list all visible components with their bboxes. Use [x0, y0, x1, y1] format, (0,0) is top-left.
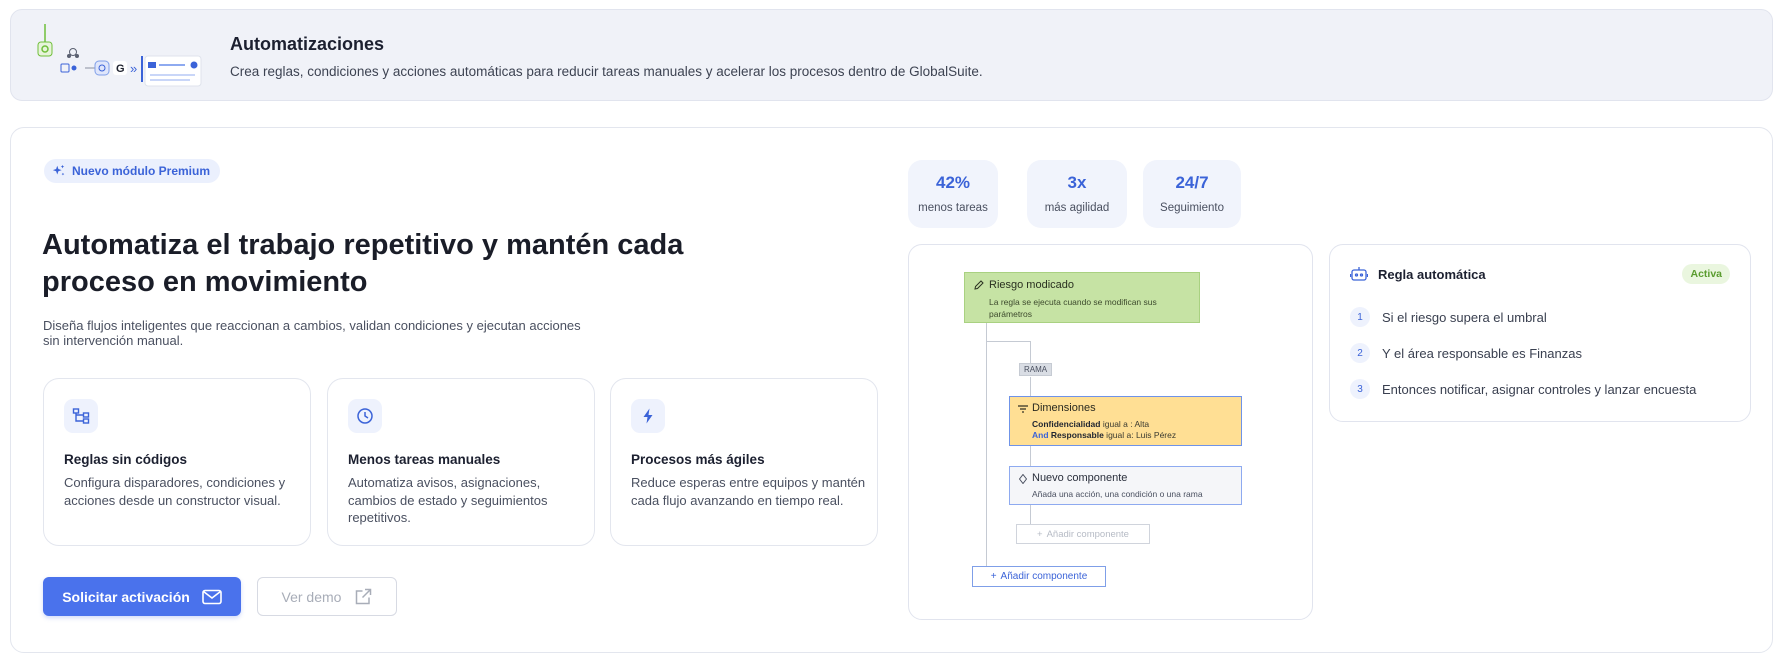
connector-line	[986, 341, 1031, 342]
sparkle-icon	[52, 164, 65, 176]
hero-subtitle: Diseña flujos inteligentes que reacciona…	[43, 318, 581, 348]
stat-label: más agilidad	[1044, 202, 1110, 214]
step-text: Y el área responsable es Finanzas	[1382, 345, 1582, 361]
robot-icon	[1350, 267, 1368, 281]
request-activation-label: Solicitar activación	[62, 588, 190, 605]
feature-text: Automatiza avisos, asignaciones, cambios…	[348, 475, 548, 525]
dimensions-condition-1: Confidencialidad igual a : Alta	[1032, 419, 1149, 429]
stat-value: 42%	[935, 173, 971, 192]
new-component-node[interactable]: Nuevo componente Añada una acción, una c…	[1009, 466, 1242, 505]
condition-value: igual a : Alta	[1100, 419, 1150, 429]
stat-agility: 3x más agilidad	[1027, 160, 1127, 228]
svg-text:»: »	[130, 61, 137, 76]
dimensions-title: Dimensiones	[1032, 402, 1096, 414]
request-activation-button[interactable]: Solicitar activación	[43, 577, 241, 616]
feature-card-manual-tasks: Menos tareas manuales Automatiza avisos,…	[327, 378, 595, 546]
dimensions-condition-2: And Responsable igual a: Luis Pérez	[1032, 430, 1176, 440]
feature-card-agile: Procesos más ágiles Reduce esperas entre…	[610, 378, 878, 546]
feature-title: Menos tareas manuales	[348, 452, 501, 467]
feature-text: Reduce esperas entre equipos y mantén ca…	[631, 475, 866, 508]
add-component-label: Añadir componente	[1000, 571, 1088, 582]
plus-icon: +	[990, 571, 997, 582]
feature-title: Procesos más ágiles	[631, 452, 765, 467]
bolt-icon	[631, 399, 665, 433]
condition-field: Confidencialidad	[1032, 419, 1101, 429]
step-number: 2	[1350, 343, 1370, 363]
branch-label: RAMA	[1019, 363, 1053, 376]
connector-line	[986, 323, 987, 573]
step-number: 3	[1350, 379, 1370, 399]
feature-text: Configura disparadores, condiciones y ac…	[64, 475, 286, 508]
connector-line	[1030, 341, 1031, 363]
trigger-text: La regla se ejecuta cuando se modifican …	[989, 297, 1157, 319]
page-header: G » Automatizaciones Crea reglas, condic…	[10, 9, 1773, 101]
page-description: Crea reglas, condiciones y acciones auto…	[230, 64, 983, 79]
premium-badge-label: Nuevo módulo Premium	[72, 164, 211, 178]
stat-value: 3x	[1067, 173, 1087, 192]
flow-icon	[64, 399, 98, 433]
premium-badge: Nuevo módulo Premium	[44, 159, 221, 183]
new-component-title: Nuevo componente	[1032, 472, 1128, 484]
view-demo-label: Ver demo	[281, 588, 342, 605]
page-title: Automatizaciones	[230, 34, 385, 54]
add-component-inner-button[interactable]: + Añadir componente	[1016, 524, 1150, 544]
stat-tasks: 42% menos tareas	[908, 160, 998, 228]
rule-step: 1 Si el riesgo supera el umbral	[1350, 307, 1547, 327]
add-component-label: Añadir componente	[1046, 528, 1129, 540]
condition-field: Responsable	[1050, 430, 1104, 440]
stat-label: Seguimiento	[1160, 202, 1224, 214]
connector-line	[1030, 377, 1031, 396]
dimensions-node[interactable]: Dimensiones Confidencialidad igual a : A…	[1009, 396, 1242, 446]
svg-text:G: G	[116, 63, 125, 75]
diamond-icon	[1019, 474, 1027, 484]
flow-preview: Riesgo modicado La regla se ejecuta cuan…	[908, 244, 1313, 620]
feature-card-rules: Reglas sin códigos Configura disparadore…	[43, 378, 311, 546]
automation-illustration: G »	[37, 24, 202, 87]
step-number: 1	[1350, 307, 1370, 327]
connector-line	[1030, 446, 1031, 466]
plus-icon: +	[1037, 528, 1043, 540]
rule-step: 3 Entonces notificar, asignar controles …	[1350, 379, 1696, 399]
pencil-icon	[974, 280, 984, 290]
stat-value: 24/7	[1175, 173, 1209, 192]
external-link-icon	[356, 588, 372, 605]
add-component-outer-button[interactable]: + Añadir componente	[972, 566, 1106, 587]
stat-label: menos tareas	[918, 202, 988, 214]
promo-card: Nuevo módulo Premium Automatiza el traba…	[10, 127, 1773, 653]
mail-icon	[201, 589, 222, 604]
step-text: Si el riesgo supera el umbral	[1382, 309, 1547, 325]
rule-step: 2 Y el área responsable es Finanzas	[1350, 343, 1582, 363]
connector-line	[1030, 505, 1031, 524]
clock-icon	[348, 399, 382, 433]
step-text: Entonces notificar, asignar controles y …	[1382, 381, 1697, 397]
rule-card: Regla automática Activa 1 Si el riesgo s…	[1329, 244, 1751, 422]
rule-title: Regla automática	[1378, 267, 1486, 282]
condition-value: igual a: Luis Pérez	[1103, 430, 1177, 440]
status-badge: Activa	[1682, 264, 1730, 284]
view-demo-button[interactable]: Ver demo	[257, 577, 397, 616]
stat-monitoring: 24/7 Seguimiento	[1143, 160, 1241, 228]
new-component-text: Añada una acción, una condición o una ra…	[1032, 489, 1203, 499]
feature-title: Reglas sin códigos	[64, 452, 188, 467]
filter-icon	[1018, 405, 1028, 413]
condition-operator: And	[1032, 430, 1049, 440]
trigger-title: Riesgo modicado	[989, 279, 1074, 291]
trigger-node[interactable]: Riesgo modicado La regla se ejecuta cuan…	[964, 272, 1200, 323]
hero-title: Automatiza el trabajo repetitivo y manté…	[42, 229, 684, 298]
